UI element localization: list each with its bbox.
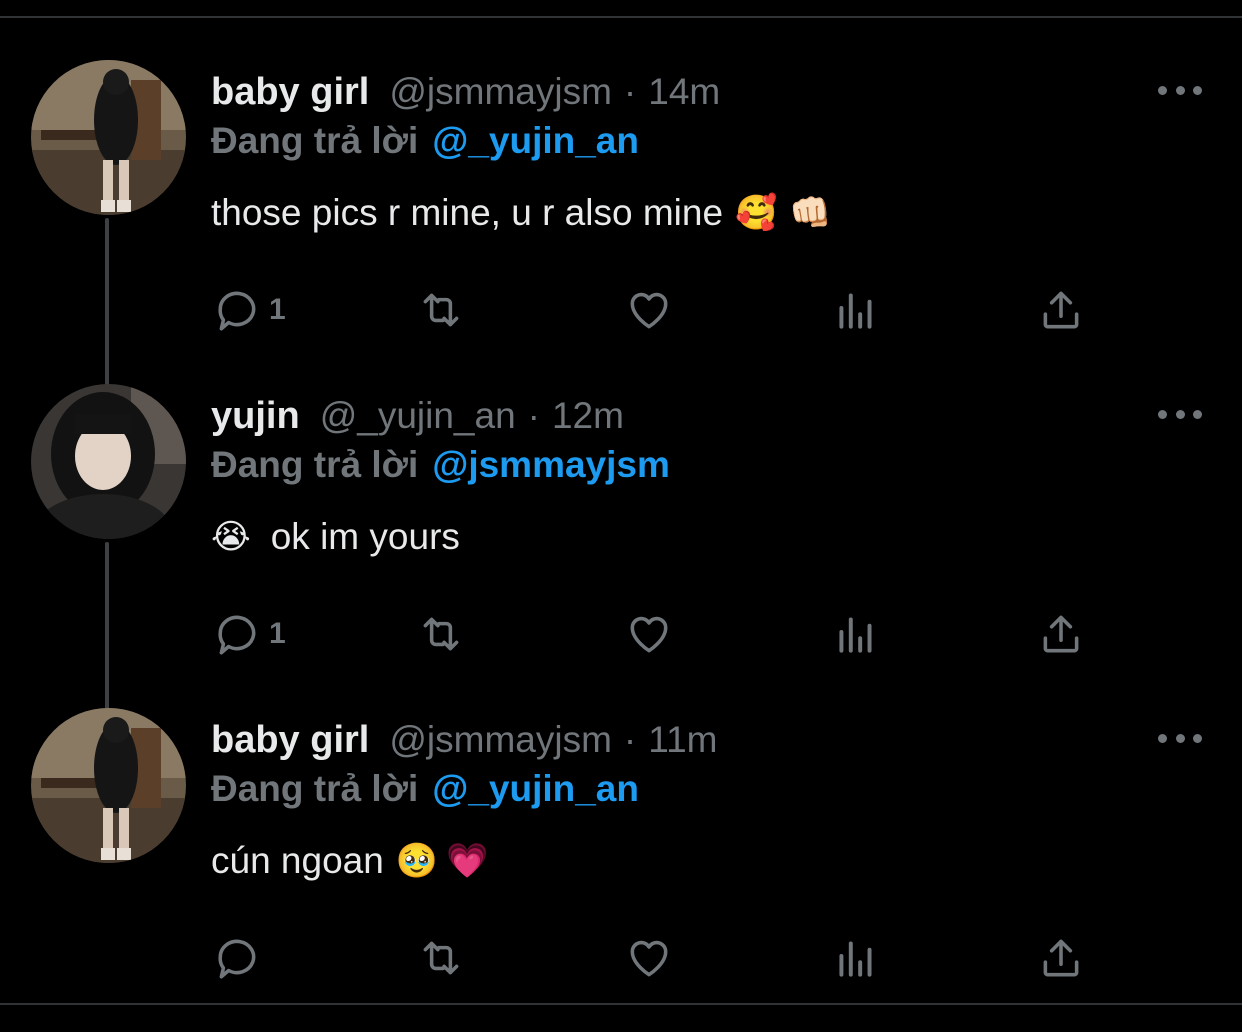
retweet-button[interactable] bbox=[416, 930, 466, 986]
avatar[interactable] bbox=[31, 60, 186, 215]
retweet-icon bbox=[423, 617, 459, 651]
tweet[interactable]: baby girl @jsmmayjsm · 14m Đang trả lời … bbox=[0, 60, 1242, 384]
tweet-header: yujin @_yujin_an · 12m bbox=[211, 388, 624, 444]
reply-button[interactable]: 1 bbox=[213, 606, 286, 662]
bottom-divider bbox=[0, 1003, 1242, 1005]
tweet-header: baby girl @jsmmayjsm · 14m bbox=[211, 64, 720, 120]
tweet-text-content: those pics r mine, u r also mine bbox=[211, 192, 724, 233]
views-button[interactable] bbox=[831, 282, 881, 338]
reply-icon bbox=[218, 939, 256, 979]
avatar-image bbox=[31, 708, 186, 863]
replying-to-label: Đang trả lời bbox=[211, 120, 419, 161]
tweet-header: baby girl @jsmmayjsm · 11m bbox=[211, 712, 717, 768]
like-button[interactable] bbox=[624, 930, 674, 986]
heart-icon bbox=[630, 292, 668, 329]
tweet-text: those pics r mine, u r also mine 🥰 👊🏻 bbox=[211, 188, 832, 238]
separator-dot: · bbox=[527, 395, 540, 436]
retweet-button[interactable] bbox=[416, 606, 466, 662]
retweet-button[interactable] bbox=[416, 282, 466, 338]
heart-icon bbox=[630, 940, 668, 977]
share-icon bbox=[1043, 939, 1079, 977]
replying-to: Đang trả lời @_yujin_an bbox=[211, 764, 639, 814]
more-icon[interactable] bbox=[1158, 404, 1202, 424]
separator-dot: · bbox=[623, 71, 637, 112]
tweet[interactable]: yujin @_yujin_an · 12m Đang trả lời @jsm… bbox=[0, 384, 1242, 708]
tweet-text: 😭 ok im yours bbox=[211, 512, 460, 562]
emoji: 👊🏻 bbox=[789, 194, 832, 232]
avatar[interactable] bbox=[31, 384, 186, 539]
like-button[interactable] bbox=[624, 282, 674, 338]
replying-to-label: Đang trả lời bbox=[211, 768, 419, 809]
retweet-icon bbox=[423, 941, 459, 975]
display-name[interactable]: baby girl bbox=[211, 719, 369, 762]
top-divider bbox=[0, 16, 1242, 18]
avatar-image bbox=[31, 384, 186, 539]
user-handle[interactable]: @jsmmayjsm bbox=[389, 71, 612, 113]
reply-icon bbox=[218, 615, 256, 655]
views-icon bbox=[839, 617, 872, 653]
display-name[interactable]: yujin bbox=[211, 395, 300, 438]
share-button[interactable] bbox=[1036, 606, 1086, 662]
replying-to-label: Đang trả lời bbox=[211, 444, 419, 485]
like-button[interactable] bbox=[624, 606, 674, 662]
share-button[interactable] bbox=[1036, 282, 1086, 338]
reply-icon bbox=[218, 291, 256, 331]
more-icon[interactable] bbox=[1158, 80, 1202, 100]
tweet-text-content: cún ngoan bbox=[211, 840, 384, 881]
more-icon[interactable] bbox=[1158, 728, 1202, 748]
emoji: 💗 bbox=[446, 842, 489, 880]
action-bar: 1 bbox=[211, 606, 1111, 662]
reply-count: 1 bbox=[269, 617, 286, 650]
tweet-text: cún ngoan 🥹 💗 bbox=[211, 836, 489, 886]
action-bar: 1 bbox=[211, 282, 1111, 338]
replying-to-handle[interactable]: @jsmmayjsm bbox=[432, 444, 670, 486]
views-button[interactable] bbox=[831, 606, 881, 662]
separator-dot: · bbox=[623, 719, 637, 760]
display-name[interactable]: baby girl bbox=[211, 71, 369, 114]
replying-to-handle[interactable]: @_yujin_an bbox=[432, 768, 639, 810]
replying-to: Đang trả lời @_yujin_an bbox=[211, 116, 639, 166]
emoji: 🥰 bbox=[735, 194, 778, 232]
views-button[interactable] bbox=[831, 930, 881, 986]
views-icon bbox=[839, 293, 872, 329]
timestamp[interactable]: 14m bbox=[648, 71, 720, 113]
reply-count: 1 bbox=[269, 293, 286, 326]
share-icon bbox=[1043, 615, 1079, 653]
reply-button[interactable] bbox=[213, 930, 269, 986]
views-icon bbox=[839, 941, 872, 977]
retweet-icon bbox=[423, 293, 459, 327]
tweet[interactable]: baby girl @jsmmayjsm · 11m Đang trả lời … bbox=[0, 708, 1242, 1032]
timestamp[interactable]: 11m bbox=[648, 719, 717, 761]
emoji: 😭 bbox=[211, 518, 251, 556]
action-bar bbox=[211, 930, 1111, 986]
replying-to-handle[interactable]: @_yujin_an bbox=[432, 120, 639, 162]
share-button[interactable] bbox=[1036, 930, 1086, 986]
user-handle[interactable]: @jsmmayjsm bbox=[389, 719, 612, 761]
heart-icon bbox=[630, 616, 668, 653]
timestamp[interactable]: 12m bbox=[552, 395, 624, 437]
replying-to: Đang trả lời @jsmmayjsm bbox=[211, 440, 670, 490]
share-icon bbox=[1043, 291, 1079, 329]
reply-button[interactable]: 1 bbox=[213, 282, 286, 338]
emoji: 🥹 bbox=[395, 842, 439, 880]
avatar[interactable] bbox=[31, 708, 186, 863]
tweet-text-content: ok im yours bbox=[270, 516, 460, 557]
user-handle[interactable]: @_yujin_an bbox=[320, 395, 516, 437]
avatar-image bbox=[31, 60, 186, 215]
